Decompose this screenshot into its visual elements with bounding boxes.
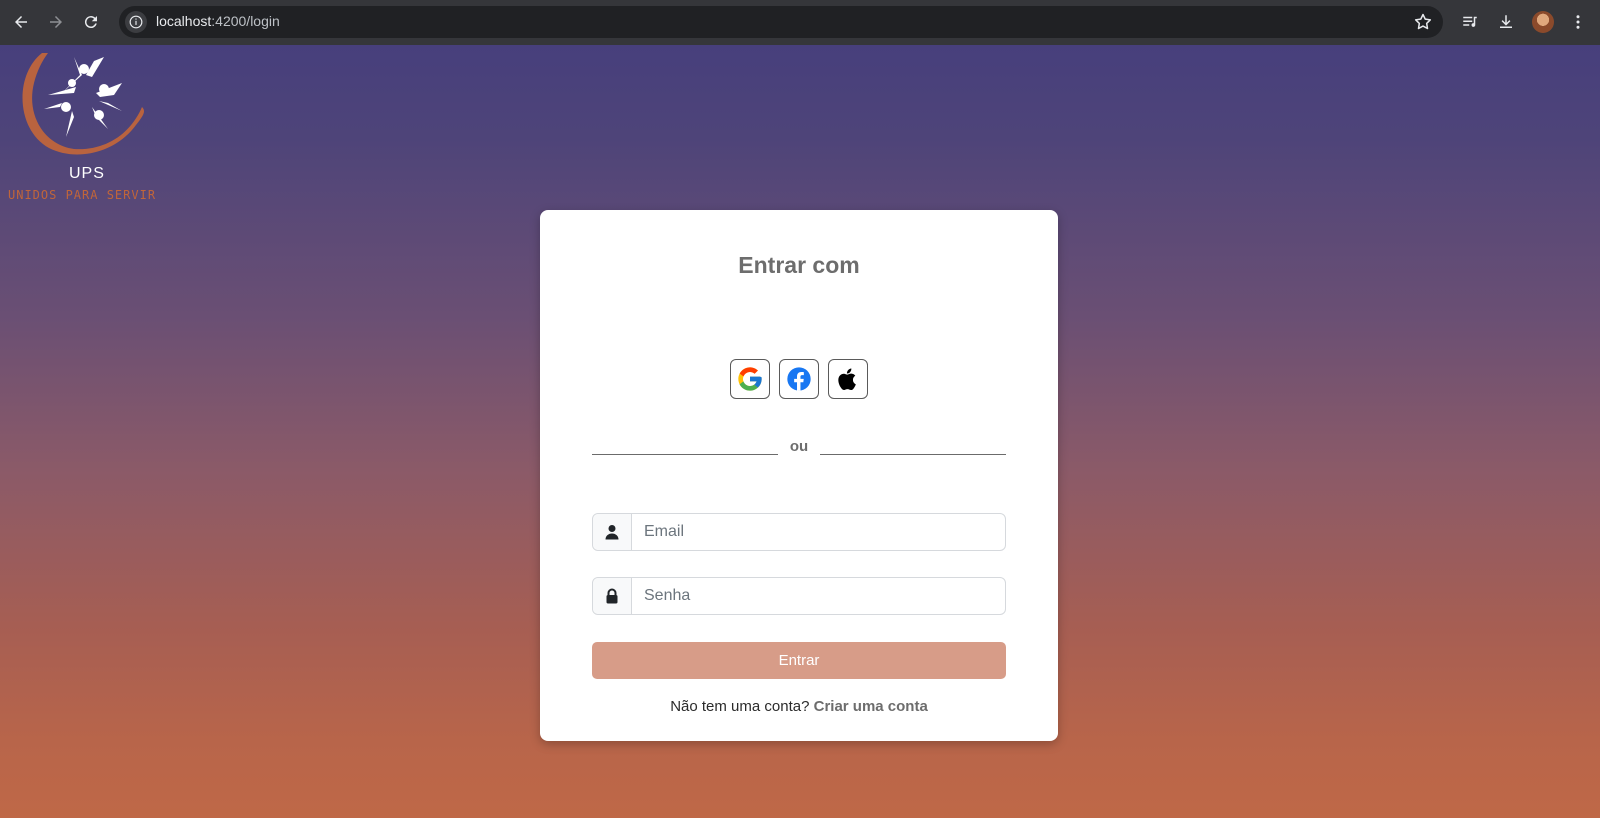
profile-avatar[interactable]: [1532, 11, 1554, 33]
apple-login-button[interactable]: [828, 359, 868, 399]
media-controls-icon[interactable]: [1459, 11, 1481, 33]
download-icon[interactable]: [1495, 11, 1517, 33]
browser-toolbar: localhost:4200/login: [0, 0, 1600, 45]
logo-tagline: UNIDOS PARA SERVIR: [8, 188, 157, 202]
login-submit-button[interactable]: Entrar: [592, 642, 1006, 679]
password-input-group: [592, 577, 1006, 615]
ups-logo: UPS UNIDOS PARA SERVIR: [4, 45, 164, 205]
reload-icon[interactable]: [79, 10, 103, 34]
signup-prompt: Não tem uma conta?: [670, 698, 810, 715]
user-icon: [593, 514, 632, 550]
site-info-icon[interactable]: [125, 11, 147, 33]
email-input-group: [592, 513, 1006, 551]
password-input[interactable]: [632, 578, 1005, 614]
address-bar[interactable]: localhost:4200/login: [119, 6, 1443, 38]
login-card: Entrar com ou Email Entrar Não tem uma c…: [540, 210, 1058, 741]
url-text[interactable]: localhost:4200/login: [156, 13, 280, 29]
menu-kebab-icon[interactable]: [1567, 11, 1589, 33]
google-login-button[interactable]: [730, 359, 770, 399]
bookmark-star-icon[interactable]: [1413, 12, 1433, 32]
logo-title: UPS: [69, 165, 105, 182]
back-icon[interactable]: [9, 10, 33, 34]
login-page: UPS UNIDOS PARA SERVIR Entrar com ou Ema…: [0, 45, 1600, 818]
logo-emblem-icon: [22, 53, 145, 155]
divider-text: ou: [789, 438, 809, 455]
create-account-link[interactable]: Criar uma conta: [814, 698, 928, 715]
login-title: Entrar com: [738, 252, 860, 278]
divider-right: [820, 454, 1006, 455]
facebook-login-button[interactable]: [779, 359, 819, 399]
lock-icon: [593, 578, 632, 614]
google-icon: [738, 367, 762, 391]
signup-row: Não tem uma conta? Criar uma conta: [540, 698, 1058, 715]
email-input[interactable]: [632, 514, 1005, 550]
apple-icon: [838, 368, 856, 391]
facebook-icon: [787, 367, 811, 391]
forward-icon[interactable]: [44, 10, 68, 34]
